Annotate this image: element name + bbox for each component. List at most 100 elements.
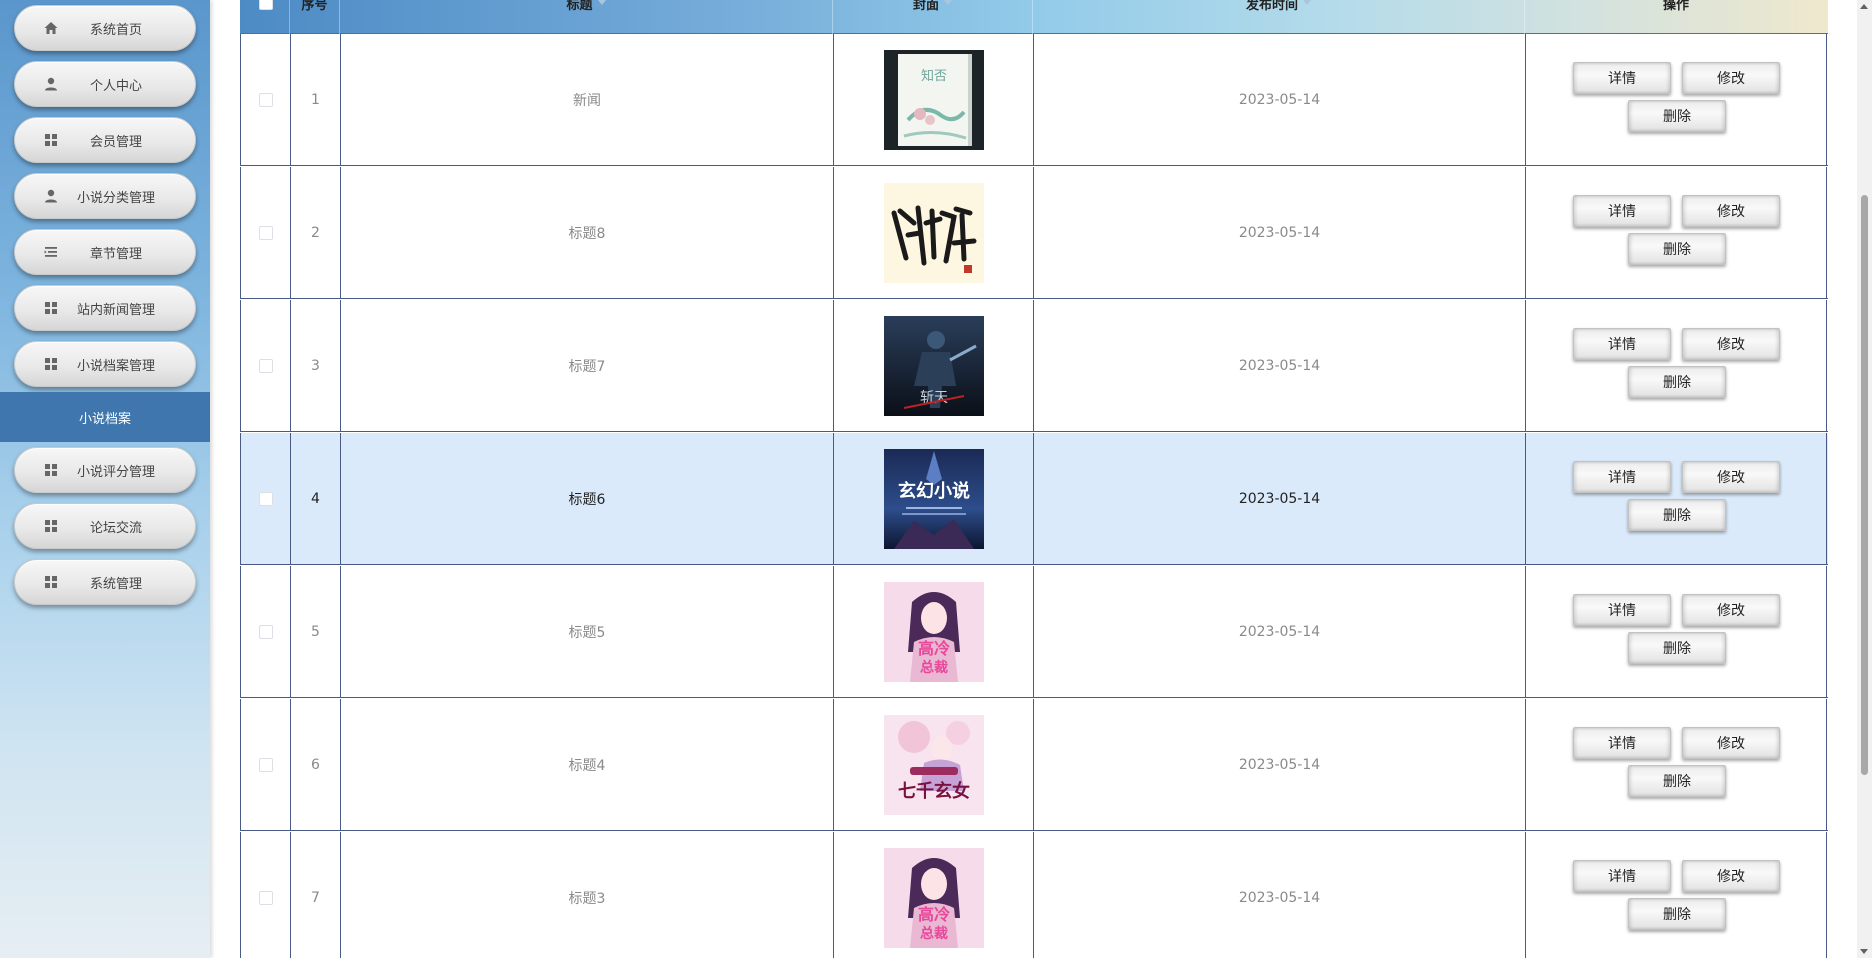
cover-image[interactable] [883, 182, 984, 283]
submenu-item-novel-archive[interactable]: 小说档案 [0, 392, 210, 442]
cover-image[interactable]: 高冷 总裁 [883, 581, 984, 682]
select-all-checkbox[interactable] [259, 0, 273, 10]
menu-item-forum[interactable]: 论坛交流 [14, 503, 196, 549]
menu-item-system-management[interactable]: 系统管理 [14, 559, 196, 605]
cover-image[interactable]: 斩天 [883, 315, 984, 416]
delete-button[interactable]: 删除 [1628, 897, 1726, 930]
cover-image[interactable]: 高冷 总裁 [883, 847, 984, 948]
menu-item-label: 小说评分管理 [76, 464, 155, 480]
menu-item-rating-management[interactable]: 小说评分管理 [14, 447, 196, 493]
sort-caret-icon[interactable] [1303, 0, 1311, 5]
edit-button[interactable]: 修改 [1682, 194, 1780, 227]
sort-caret-icon[interactable] [597, 0, 606, 5]
row-checkbox[interactable] [258, 624, 273, 639]
table-row[interactable]: 7 标题3 高冷 总裁 2023-05-14 详情 修改 删除 [240, 832, 1828, 958]
menu-item-chapter-management[interactable]: 章节管理 [14, 229, 196, 275]
menu-item-personal-center[interactable]: 个人中心 [14, 61, 196, 107]
cover-image[interactable]: 知否 [883, 49, 984, 150]
cell-actions: 详情 修改删除 [1525, 167, 1827, 298]
svg-text:七千玄女: 七千玄女 [898, 780, 970, 802]
svg-text:知否: 知否 [920, 68, 946, 84]
cell-select [240, 34, 290, 165]
header-cover[interactable]: 封面 [833, 0, 1033, 34]
delete-button[interactable]: 删除 [1628, 764, 1726, 797]
detail-button[interactable]: 详情 [1573, 460, 1671, 493]
edit-button[interactable]: 修改 [1682, 327, 1780, 360]
scroll-down-icon[interactable] [1860, 949, 1868, 954]
home-icon [44, 22, 58, 34]
scrollbar-thumb[interactable] [1861, 195, 1868, 775]
edit-button[interactable]: 修改 [1682, 859, 1780, 892]
row-checkbox[interactable] [258, 358, 273, 373]
detail-button[interactable]: 详情 [1573, 859, 1671, 892]
menu-item-member-management[interactable]: 会员管理 [14, 117, 196, 163]
row-checkbox[interactable] [258, 92, 273, 107]
menu-item-novel-archive-management[interactable]: 小说档案管理 [14, 341, 196, 387]
delete-button[interactable]: 删除 [1628, 498, 1726, 531]
cover-image[interactable]: 玄幻小说 [883, 448, 984, 549]
row-title: 标题6 [568, 491, 606, 508]
header-title-label: 标题 [566, 0, 593, 13]
table-row[interactable]: 1 新闻 知否 2023-05-14 详情 修改 删除 [240, 34, 1828, 166]
menu-item-home[interactable]: 系统首页 [14, 5, 196, 51]
row-index: 5 [311, 623, 320, 640]
row-checkbox[interactable] [258, 225, 273, 240]
detail-button[interactable]: 详情 [1573, 194, 1671, 227]
delete-button[interactable]: 删除 [1628, 232, 1726, 265]
table-row[interactable]: 2 标题8 2023-05-14 详情 修改 删除 [240, 167, 1828, 299]
row-checkbox[interactable] [258, 890, 273, 905]
delete-button[interactable]: 删除 [1628, 631, 1726, 664]
row-checkbox[interactable] [258, 757, 273, 772]
row-index: 7 [311, 889, 320, 906]
edit-button[interactable]: 修改 [1682, 593, 1780, 626]
delete-button[interactable]: 删除 [1628, 99, 1726, 132]
cell-title: 标题3 [340, 832, 833, 958]
cell-title: 标题5 [340, 566, 833, 697]
row-actions: 详情 修改删除 [1571, 848, 1781, 948]
table-row[interactable]: 4 标题6 玄幻小说 2023-05-14 详情 修改 删除 [240, 433, 1828, 565]
header-title[interactable]: 标题 [340, 0, 833, 34]
svg-text:玄幻小说: 玄幻小说 [898, 480, 970, 502]
data-table: 序号 标题 封面 发布时间 操作 1 新闻 知否 2023-05-14 详情 修改 删除… [240, 0, 1828, 958]
detail-button[interactable]: 详情 [1573, 593, 1671, 626]
edit-button[interactable]: 修改 [1682, 61, 1780, 94]
cell-actions: 详情 修改删除 [1525, 34, 1827, 165]
table-row[interactable]: 5 标题5 高冷 总裁 2023-05-14 详情 修改 删除 [240, 566, 1828, 698]
header-date[interactable]: 发布时间 [1033, 0, 1525, 34]
table-row[interactable]: 6 标题4 七千玄女 2023-05-14 详情 修改 删除 [240, 699, 1828, 831]
row-actions: 详情 修改删除 [1571, 316, 1781, 416]
cell-actions: 详情 修改删除 [1525, 433, 1827, 564]
cell-title: 标题4 [340, 699, 833, 830]
scroll-up-icon[interactable] [1860, 4, 1868, 9]
header-index-label: 序号 [301, 0, 328, 13]
edit-button[interactable]: 修改 [1682, 460, 1780, 493]
detail-button[interactable]: 详情 [1573, 61, 1671, 94]
menu-item-label: 站内新闻管理 [76, 302, 155, 318]
header-select-all[interactable] [240, 0, 290, 34]
grid-icon [45, 134, 57, 146]
row-checkbox[interactable] [258, 491, 273, 506]
cell-index: 5 [290, 566, 340, 697]
table-row[interactable]: 3 标题7 斩天 2023-05-14 详情 修改 删除 [240, 300, 1828, 432]
cell-cover: 高冷 总裁 [833, 566, 1033, 697]
menu-item-category-management[interactable]: 小说分类管理 [14, 173, 196, 219]
cell-cover: 七千玄女 [833, 699, 1033, 830]
cell-date: 2023-05-14 [1033, 34, 1525, 165]
header-actions-label: 操作 [1662, 0, 1689, 13]
sort-caret-icon[interactable] [944, 0, 952, 5]
row-title: 标题8 [568, 225, 606, 242]
menu-item-news-management[interactable]: 站内新闻管理 [14, 285, 196, 331]
detail-button[interactable]: 详情 [1573, 726, 1671, 759]
cover-image[interactable]: 七千玄女 [883, 714, 984, 815]
cell-title: 标题7 [340, 300, 833, 431]
cell-title: 新闻 [340, 34, 833, 165]
delete-button[interactable]: 删除 [1628, 365, 1726, 398]
edit-button[interactable]: 修改 [1682, 726, 1780, 759]
cell-index: 4 [290, 433, 340, 564]
menu-item-label: 小说分类管理 [76, 190, 155, 206]
page-scrollbar[interactable] [1857, 0, 1872, 958]
cell-date: 2023-05-14 [1033, 433, 1525, 564]
detail-button[interactable]: 详情 [1573, 327, 1671, 360]
cell-actions: 详情 修改删除 [1525, 832, 1827, 958]
header-cover-label: 封面 [912, 0, 939, 13]
